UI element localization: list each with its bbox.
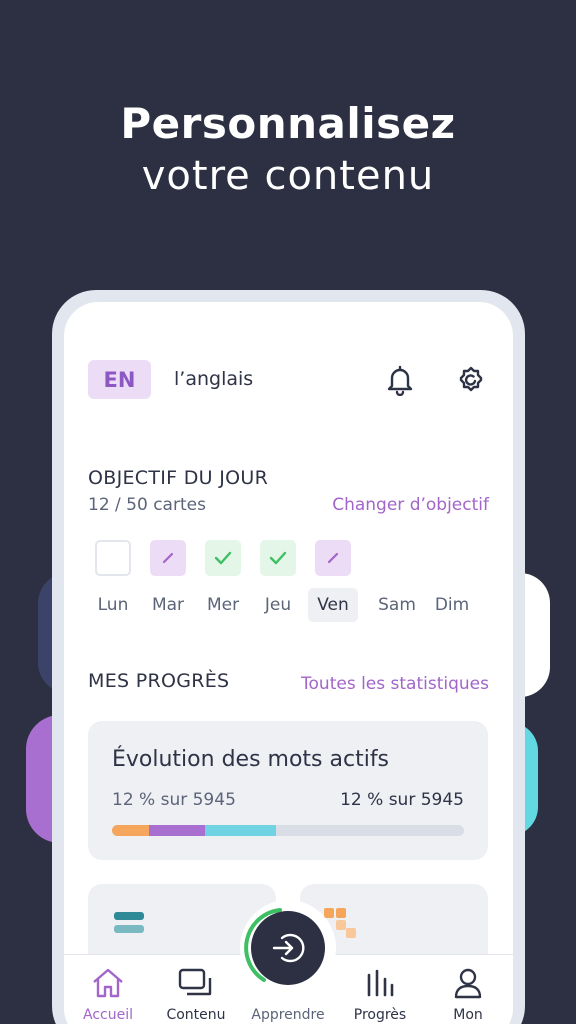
day-thursday[interactable]: Jeu bbox=[253, 540, 307, 622]
language-name[interactable]: l’anglais bbox=[174, 368, 253, 390]
day-label: Sam bbox=[378, 595, 416, 615]
tab-label: Mon bbox=[453, 1007, 483, 1023]
promo-headline: Personnalisez votre contenu bbox=[0, 98, 576, 202]
day-status-empty bbox=[95, 540, 131, 576]
tab-label: Apprendre bbox=[251, 1007, 325, 1023]
learn-button[interactable] bbox=[251, 911, 325, 985]
day-monday[interactable]: Lun bbox=[88, 540, 142, 622]
headline-line-2: votre contenu bbox=[141, 153, 435, 199]
cards-icon bbox=[156, 965, 236, 1001]
tab-progress[interactable]: Progrès bbox=[340, 965, 420, 1024]
gear-icon[interactable] bbox=[453, 362, 489, 398]
app-header: EN l’anglais bbox=[64, 302, 513, 452]
edit-icon bbox=[315, 540, 351, 576]
bell-icon[interactable] bbox=[382, 362, 418, 398]
tab-home[interactable]: Accueil bbox=[68, 965, 148, 1024]
user-icon bbox=[428, 965, 508, 1001]
day-label: Mar bbox=[151, 595, 185, 615]
language-badge[interactable]: EN bbox=[88, 360, 151, 399]
day-label: Jeu bbox=[264, 595, 292, 615]
tab-label: Contenu bbox=[166, 1007, 226, 1023]
daily-goal-progress: 12 / 50 cartes bbox=[88, 495, 206, 515]
home-icon bbox=[68, 965, 148, 1001]
day-sunday[interactable]: Dim bbox=[427, 540, 481, 622]
change-goal-link[interactable]: Changer d’objectif bbox=[332, 495, 489, 515]
day-label: Mer bbox=[206, 595, 240, 615]
progress-bar bbox=[112, 825, 464, 836]
progress-segment-1 bbox=[148, 825, 206, 836]
app-screen: EN l’anglais OBJECTIF DU JOUR 12 / 50 ca… bbox=[64, 302, 513, 1024]
tab-content[interactable]: Contenu bbox=[156, 965, 236, 1024]
tab-label: Accueil bbox=[83, 1007, 133, 1023]
right-stat: 12 % sur 5945 bbox=[340, 790, 464, 810]
day-tuesday[interactable]: Mar bbox=[143, 540, 197, 622]
card-title: Évolution des mots actifs bbox=[112, 747, 390, 772]
enter-arrow-icon bbox=[272, 933, 305, 963]
stack-icon bbox=[114, 912, 144, 933]
daily-goal-title: OBJECTIF DU JOUR bbox=[88, 467, 269, 489]
week-days: Lun Mar Mer Jeu Ven Sam Dim bbox=[88, 540, 488, 630]
headline-line-1: Personnalisez bbox=[120, 99, 456, 148]
check-icon bbox=[260, 540, 296, 576]
day-label: Lun bbox=[97, 595, 129, 615]
check-icon bbox=[205, 540, 241, 576]
all-stats-link[interactable]: Toutes les statistiques bbox=[301, 674, 489, 694]
active-words-card[interactable]: Évolution des mots actifs 12 % sur 5945 … bbox=[88, 721, 488, 860]
tab-label: Progrès bbox=[353, 1007, 407, 1023]
day-wednesday[interactable]: Mer bbox=[198, 540, 252, 622]
progress-title: MES PROGRÈS bbox=[88, 670, 230, 692]
bar-chart-icon bbox=[340, 965, 420, 1001]
edit-icon bbox=[150, 540, 186, 576]
day-label-today: Ven bbox=[308, 588, 358, 622]
day-friday[interactable]: Ven bbox=[308, 540, 362, 622]
tab-profile[interactable]: Mon bbox=[428, 965, 508, 1024]
day-saturday[interactable]: Sam bbox=[372, 540, 426, 622]
day-label: Dim bbox=[434, 595, 470, 615]
left-stat: 12 % sur 5945 bbox=[112, 790, 236, 810]
progress-segment-0 bbox=[112, 825, 149, 836]
progress-segment-2 bbox=[205, 825, 276, 836]
